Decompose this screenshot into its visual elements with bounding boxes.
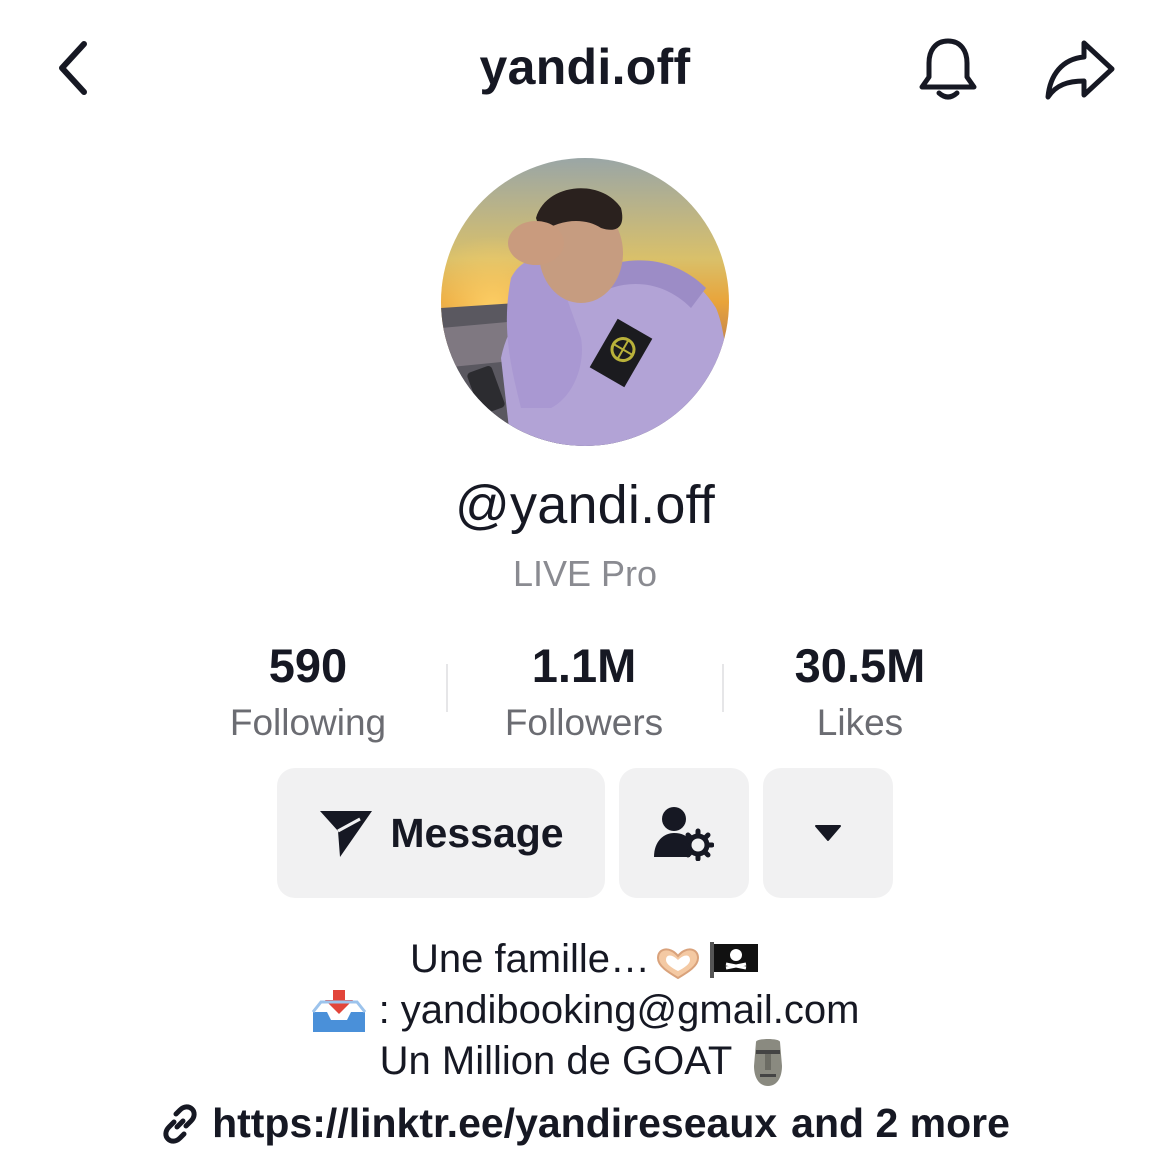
back-button[interactable] bbox=[44, 36, 104, 100]
share-button[interactable] bbox=[1040, 32, 1120, 106]
bio-line-1: Une famille… bbox=[0, 934, 1170, 985]
send-icon bbox=[320, 811, 373, 857]
bio-line-3: Un Million de GOAT bbox=[0, 1036, 1170, 1087]
bio-link[interactable]: https://linktr.ee/yandireseaux and 2 mor… bbox=[0, 1100, 1170, 1147]
stat-divider bbox=[722, 664, 724, 712]
bio-link-url: https://linktr.ee/yandireseaux bbox=[212, 1100, 778, 1146]
stat-followers[interactable]: 1.1M Followers bbox=[446, 638, 722, 748]
profile-handle: @yandi.off bbox=[455, 475, 715, 535]
stat-divider bbox=[446, 664, 448, 712]
stat-likes-value: 30.5M bbox=[794, 639, 926, 692]
moai-emoji bbox=[754, 1038, 783, 1086]
inbox-tray-emoji bbox=[311, 989, 366, 1032]
stat-likes[interactable]: 30.5M Likes bbox=[722, 638, 998, 748]
bio-line-1-text: Une famille… bbox=[409, 937, 651, 981]
pirate-flag-emoji bbox=[710, 941, 759, 978]
stat-following[interactable]: 590 Following bbox=[170, 638, 446, 748]
more-options-button[interactable] bbox=[763, 768, 893, 898]
bio-email: : yandibooking@gmail.com bbox=[378, 988, 860, 1032]
friend-settings-button[interactable] bbox=[619, 768, 749, 898]
stat-followers-label: Followers bbox=[504, 702, 664, 743]
link-icon bbox=[160, 1103, 200, 1144]
notifications-button[interactable] bbox=[912, 32, 984, 106]
page-title: yandi.off bbox=[479, 39, 691, 95]
share-arrow-icon bbox=[1045, 40, 1115, 100]
stat-following-value: 590 bbox=[268, 639, 348, 692]
bio-link-more: and 2 more bbox=[791, 1100, 1010, 1146]
profile-subtitle: LIVE Pro bbox=[512, 553, 658, 594]
message-button-label: Message bbox=[390, 809, 564, 856]
stats-row: 590 Following 1.1M Followers 30.5M Likes bbox=[170, 638, 1000, 748]
bell-icon bbox=[919, 38, 977, 100]
message-button[interactable]: Message bbox=[277, 768, 605, 898]
avatar-photo bbox=[441, 158, 729, 446]
profile-bio: Une famille… : yandibooking@gmail.com Un… bbox=[0, 934, 1170, 1087]
bio-line-2: : yandibooking@gmail.com bbox=[0, 985, 1170, 1036]
heart-hands-emoji bbox=[657, 948, 700, 979]
bio-line-3-text: Un Million de GOAT bbox=[379, 1039, 733, 1083]
chevron-left-icon bbox=[59, 41, 87, 95]
stat-likes-label: Likes bbox=[816, 702, 904, 743]
avatar[interactable] bbox=[441, 158, 729, 446]
top-bar: yandi.off bbox=[0, 0, 1170, 140]
stat-following-label: Following bbox=[229, 702, 387, 743]
user-settings-icon bbox=[654, 807, 714, 861]
caret-down-icon bbox=[815, 825, 841, 841]
stat-followers-value: 1.1M bbox=[531, 639, 637, 692]
